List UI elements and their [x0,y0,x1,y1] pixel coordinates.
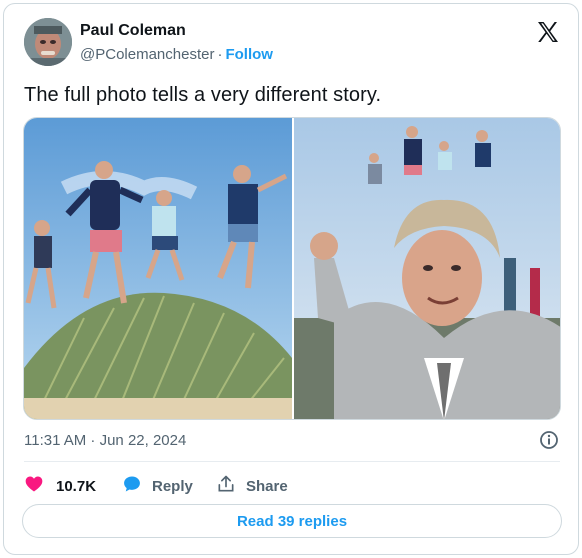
tweet-card: Paul Coleman @PColemanchester · Follow The… [3,3,579,555]
avatar[interactable] [24,18,72,66]
like-count: 10.7K [56,477,97,495]
separator-dot: · [217,46,223,63]
author-name[interactable]: Paul Coleman [80,22,186,40]
like-button[interactable]: 10.7K [24,474,96,498]
reply-button[interactable]: Reply [122,474,193,498]
author-handle-row: @PColemanchester · Follow [80,46,273,63]
tweet-text: The full photo tells a very different st… [24,84,382,106]
media-grid[interactable] [23,117,561,420]
info-icon[interactable] [539,430,559,450]
share-label: Share [246,477,288,495]
reply-label: Reply [152,477,193,495]
tweet-timestamp[interactable]: 11:31 AM · Jun 22, 2024 [24,432,186,449]
divider [24,461,560,462]
follow-link[interactable]: Follow [225,46,273,63]
photo-family-jumping[interactable] [24,118,292,419]
speech-bubble-icon [122,474,142,499]
heart-icon [24,474,44,499]
x-logo-icon[interactable] [536,20,560,44]
share-icon [216,474,236,499]
share-button[interactable]: Share [216,474,288,498]
author-handle[interactable]: @PColemanchester [80,46,214,63]
read-replies-button[interactable]: Read 39 replies [22,504,562,538]
photo-man-waving[interactable] [294,118,560,419]
